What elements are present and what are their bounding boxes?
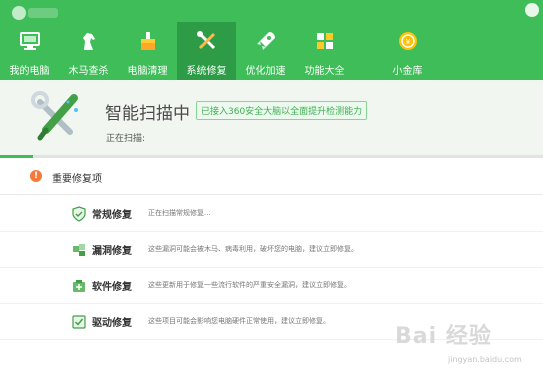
main-nav: 我的电脑 木马查杀 电脑清理 系统修复 优化加速 功能大全 ¥ 小金库 bbox=[0, 22, 543, 80]
section-header: ! 重要修复项 bbox=[0, 166, 543, 188]
watermark-site: jingyan.baidu.com bbox=[448, 355, 522, 364]
nav-label: 电脑清理 bbox=[127, 66, 168, 77]
nav-label: 小金库 bbox=[392, 66, 423, 77]
nav-item-all-features[interactable]: 功能大全 bbox=[295, 22, 354, 80]
nav-item-vault[interactable]: ¥ 小金库 bbox=[375, 22, 440, 80]
shield-check-icon bbox=[72, 206, 86, 222]
row-title: 常规修复 bbox=[92, 210, 132, 221]
nav-item-my-computer[interactable]: 我的电脑 bbox=[0, 22, 59, 80]
nav-label: 系统修复 bbox=[186, 66, 227, 77]
divider bbox=[0, 194, 543, 195]
svg-text:¥: ¥ bbox=[405, 38, 410, 46]
repair-row-general[interactable]: 常规修复 正在扫描常规修复... bbox=[0, 196, 543, 232]
monitor-icon bbox=[19, 32, 40, 50]
row-title: 软件修复 bbox=[92, 282, 132, 293]
scan-progress-fill bbox=[0, 155, 33, 158]
row-description: 这些漏洞可能会被木马、病毒利用，破坏您的电脑，建议立即修复。 bbox=[148, 245, 358, 253]
scanning-status: 正在扫描: bbox=[106, 134, 146, 144]
top-bar: 我的电脑 木马查杀 电脑清理 系统修复 优化加速 功能大全 ¥ 小金库 bbox=[0, 0, 543, 80]
patch-icon bbox=[73, 244, 85, 256]
scan-panel: 智能扫描中 已接入360安全大脑以全面提升检测能力 正在扫描: bbox=[0, 80, 543, 156]
user-avatar-icon[interactable] bbox=[525, 3, 539, 17]
nav-label: 木马查杀 bbox=[68, 66, 109, 77]
software-icon bbox=[73, 280, 85, 292]
nav-label: 功能大全 bbox=[304, 66, 345, 77]
app-logo-icon bbox=[12, 6, 26, 20]
repair-row-vulnerability[interactable]: 漏洞修复 这些漏洞可能会被木马、病毒利用，破坏您的电脑，建议立即修复。 bbox=[0, 232, 543, 268]
nav-item-cleanup[interactable]: 电脑清理 bbox=[118, 22, 177, 80]
security-brain-badge: 已接入360安全大脑以全面提升检测能力 bbox=[196, 101, 368, 120]
scan-progress-bar bbox=[0, 155, 543, 158]
nav-item-system-repair[interactable]: 系统修复 bbox=[177, 22, 236, 80]
row-description: 这些更新用于修复一些流行软件的严重安全漏洞，建议立即修复。 bbox=[148, 281, 351, 289]
nav-label: 优化加速 bbox=[245, 66, 286, 77]
row-description: 正在扫描常规修复... bbox=[148, 209, 211, 217]
section-title: 重要修复项 bbox=[52, 174, 102, 185]
driver-icon bbox=[72, 315, 86, 329]
rocket-icon bbox=[256, 32, 275, 50]
horse-icon bbox=[82, 33, 95, 50]
scan-title: 智能扫描中 bbox=[105, 104, 190, 124]
broom-icon bbox=[140, 32, 155, 50]
grid-icon bbox=[316, 33, 333, 49]
nav-item-speedup[interactable]: 优化加速 bbox=[236, 22, 295, 80]
repair-tools-icon bbox=[31, 91, 78, 141]
row-title: 驱动修复 bbox=[92, 318, 132, 329]
coin-icon: ¥ bbox=[398, 32, 417, 50]
watermark-brand: Bai 经验 bbox=[395, 324, 492, 349]
nav-item-trojan-scan[interactable]: 木马查杀 bbox=[59, 22, 118, 80]
repair-row-software[interactable]: 软件修复 这些更新用于修复一些流行软件的严重安全漏洞，建议立即修复。 bbox=[0, 268, 543, 304]
row-description: 这些项目可能会影响您电脑硬件正常使用，建议立即修复。 bbox=[148, 317, 330, 325]
warning-icon: ! bbox=[30, 170, 42, 182]
row-title: 漏洞修复 bbox=[92, 246, 132, 257]
wrench-screwdriver-icon bbox=[196, 31, 215, 50]
nav-label: 我的电脑 bbox=[9, 66, 50, 77]
app-title-blurred bbox=[28, 8, 58, 18]
